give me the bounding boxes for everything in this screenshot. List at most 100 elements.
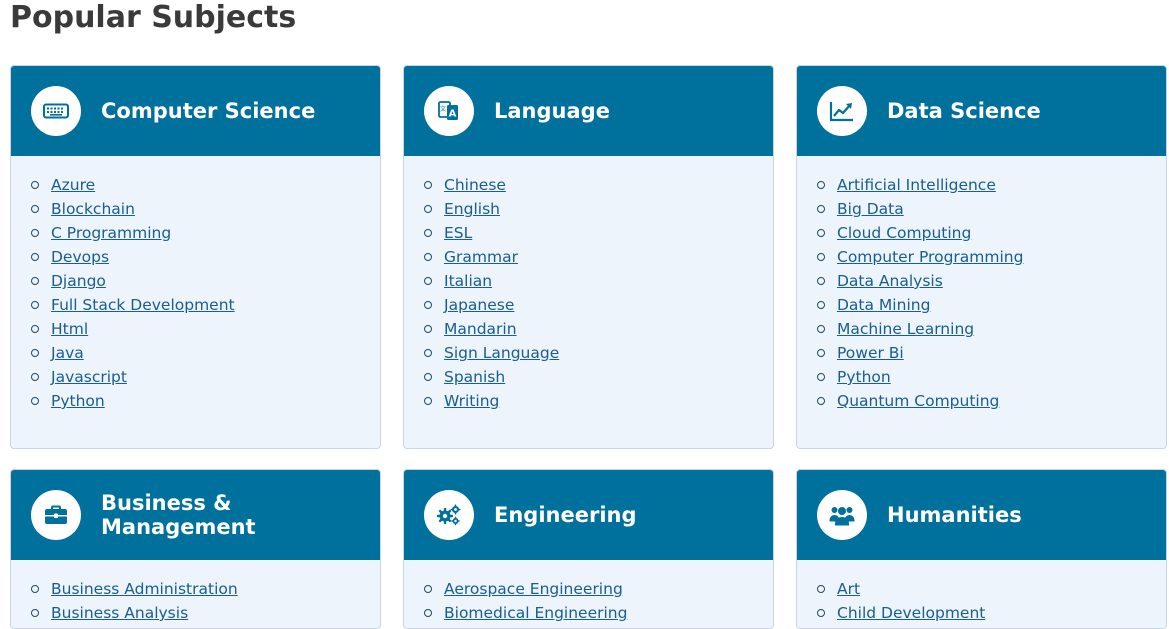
bullet-icon	[31, 373, 39, 381]
bullet-icon	[424, 397, 432, 405]
subject-list: Azure Blockchain C Programming Devops Dj…	[11, 156, 380, 413]
card-header: Data Science	[797, 66, 1166, 156]
subject-link[interactable]: English	[444, 197, 500, 221]
subject-link[interactable]: Business Analysis	[51, 601, 188, 625]
subject-link[interactable]: Big Data	[837, 197, 904, 221]
subject-link[interactable]: Child Development	[837, 601, 985, 625]
subject-link[interactable]: Grammar	[444, 245, 518, 269]
list-item: Aerospace Engineering	[424, 577, 773, 601]
subject-link[interactable]: Machine Learning	[837, 317, 974, 341]
subject-link[interactable]: Power Bi	[837, 341, 904, 365]
bullet-icon	[31, 301, 39, 309]
subject-link[interactable]: Full Stack Development	[51, 293, 235, 317]
bullet-icon	[817, 301, 825, 309]
subject-card-humanities: Humanities Art Child Development	[796, 469, 1167, 629]
page-title: Popular Subjects	[10, 0, 297, 35]
subject-list: Art Child Development	[797, 560, 1166, 625]
list-item: Big Data	[817, 197, 1166, 221]
bullet-icon	[817, 349, 825, 357]
list-item: Javascript	[31, 365, 380, 389]
subject-link[interactable]: Japanese	[444, 293, 514, 317]
list-item: Quantum Computing	[817, 389, 1166, 413]
bullet-icon	[817, 253, 825, 261]
subject-link[interactable]: Django	[51, 269, 106, 293]
subject-list: Artificial Intelligence Big Data Cloud C…	[797, 156, 1166, 413]
list-item: English	[424, 197, 773, 221]
subject-link[interactable]: Devops	[51, 245, 109, 269]
subject-link[interactable]: Italian	[444, 269, 492, 293]
list-item: Data Analysis	[817, 269, 1166, 293]
list-item: Artificial Intelligence	[817, 173, 1166, 197]
subject-link[interactable]: ESL	[444, 221, 472, 245]
list-item: Japanese	[424, 293, 773, 317]
briefcase-icon	[31, 490, 81, 540]
bullet-icon	[817, 205, 825, 213]
bullet-icon	[424, 229, 432, 237]
subject-link[interactable]: Biomedical Engineering	[444, 601, 627, 625]
subject-link[interactable]: Art	[837, 577, 860, 601]
subject-list: Aerospace Engineering Biomedical Enginee…	[404, 560, 773, 625]
subject-link[interactable]: Java	[51, 341, 84, 365]
subject-link[interactable]: Blockchain	[51, 197, 135, 221]
subject-link[interactable]: Cloud Computing	[837, 221, 971, 245]
card-header: Computer Science	[11, 66, 380, 156]
list-item: Spanish	[424, 365, 773, 389]
bullet-icon	[424, 205, 432, 213]
subject-link[interactable]: Html	[51, 317, 88, 341]
list-item: Blockchain	[31, 197, 380, 221]
subject-link[interactable]: Spanish	[444, 365, 505, 389]
subject-card-business-management: Business & Management Business Administr…	[10, 469, 381, 629]
bullet-icon	[424, 373, 432, 381]
card-header: A 文 Language	[404, 66, 773, 156]
card-title: Language	[494, 99, 610, 123]
subject-link[interactable]: Chinese	[444, 173, 506, 197]
list-item: Sign Language	[424, 341, 773, 365]
card-title: Data Science	[887, 99, 1041, 123]
card-title: Business & Management	[101, 491, 256, 539]
subject-link[interactable]: Data Mining	[837, 293, 930, 317]
subject-link[interactable]: Javascript	[51, 365, 127, 389]
subject-list: Business Administration Business Analysi…	[11, 560, 380, 625]
subject-link[interactable]: Azure	[51, 173, 95, 197]
subject-link[interactable]: Artificial Intelligence	[837, 173, 996, 197]
list-item: Html	[31, 317, 380, 341]
subject-link[interactable]: Aerospace Engineering	[444, 577, 623, 601]
subject-link[interactable]: Data Analysis	[837, 269, 943, 293]
subject-link[interactable]: Python	[51, 389, 105, 413]
bullet-icon	[817, 609, 825, 617]
subject-link[interactable]: Mandarin	[444, 317, 517, 341]
translate-icon: A 文	[424, 86, 474, 136]
bullet-icon	[817, 277, 825, 285]
list-item: C Programming	[31, 221, 380, 245]
bullet-icon	[31, 205, 39, 213]
list-item: Italian	[424, 269, 773, 293]
subject-link[interactable]: Writing	[444, 389, 499, 413]
subject-link[interactable]: Computer Programming	[837, 245, 1023, 269]
bullet-icon	[31, 277, 39, 285]
list-item: Python	[31, 389, 380, 413]
subject-link[interactable]: Python	[837, 365, 891, 389]
card-header: Humanities	[797, 470, 1166, 560]
subject-link[interactable]: C Programming	[51, 221, 171, 245]
svg-text:文: 文	[440, 105, 446, 113]
card-header: Engineering	[404, 470, 773, 560]
subject-card-language: A 文 Language Chinese English ESL Grammar…	[403, 65, 774, 449]
bullet-icon	[424, 325, 432, 333]
subject-link[interactable]: Sign Language	[444, 341, 559, 365]
list-item: Devops	[31, 245, 380, 269]
list-item: Chinese	[424, 173, 773, 197]
bullet-icon	[817, 325, 825, 333]
card-title: Humanities	[887, 503, 1022, 527]
bullet-icon	[31, 397, 39, 405]
list-item: Java	[31, 341, 380, 365]
bullet-icon	[31, 609, 39, 617]
chart-line-icon	[817, 86, 867, 136]
subject-link[interactable]: Quantum Computing	[837, 389, 999, 413]
subject-link[interactable]: Business Administration	[51, 577, 238, 601]
svg-text:A: A	[449, 109, 457, 120]
list-item: Python	[817, 365, 1166, 389]
list-item: Power Bi	[817, 341, 1166, 365]
subject-card-computer-science: Computer Science Azure Blockchain C Prog…	[10, 65, 381, 449]
bullet-icon	[31, 229, 39, 237]
bullet-icon	[817, 397, 825, 405]
